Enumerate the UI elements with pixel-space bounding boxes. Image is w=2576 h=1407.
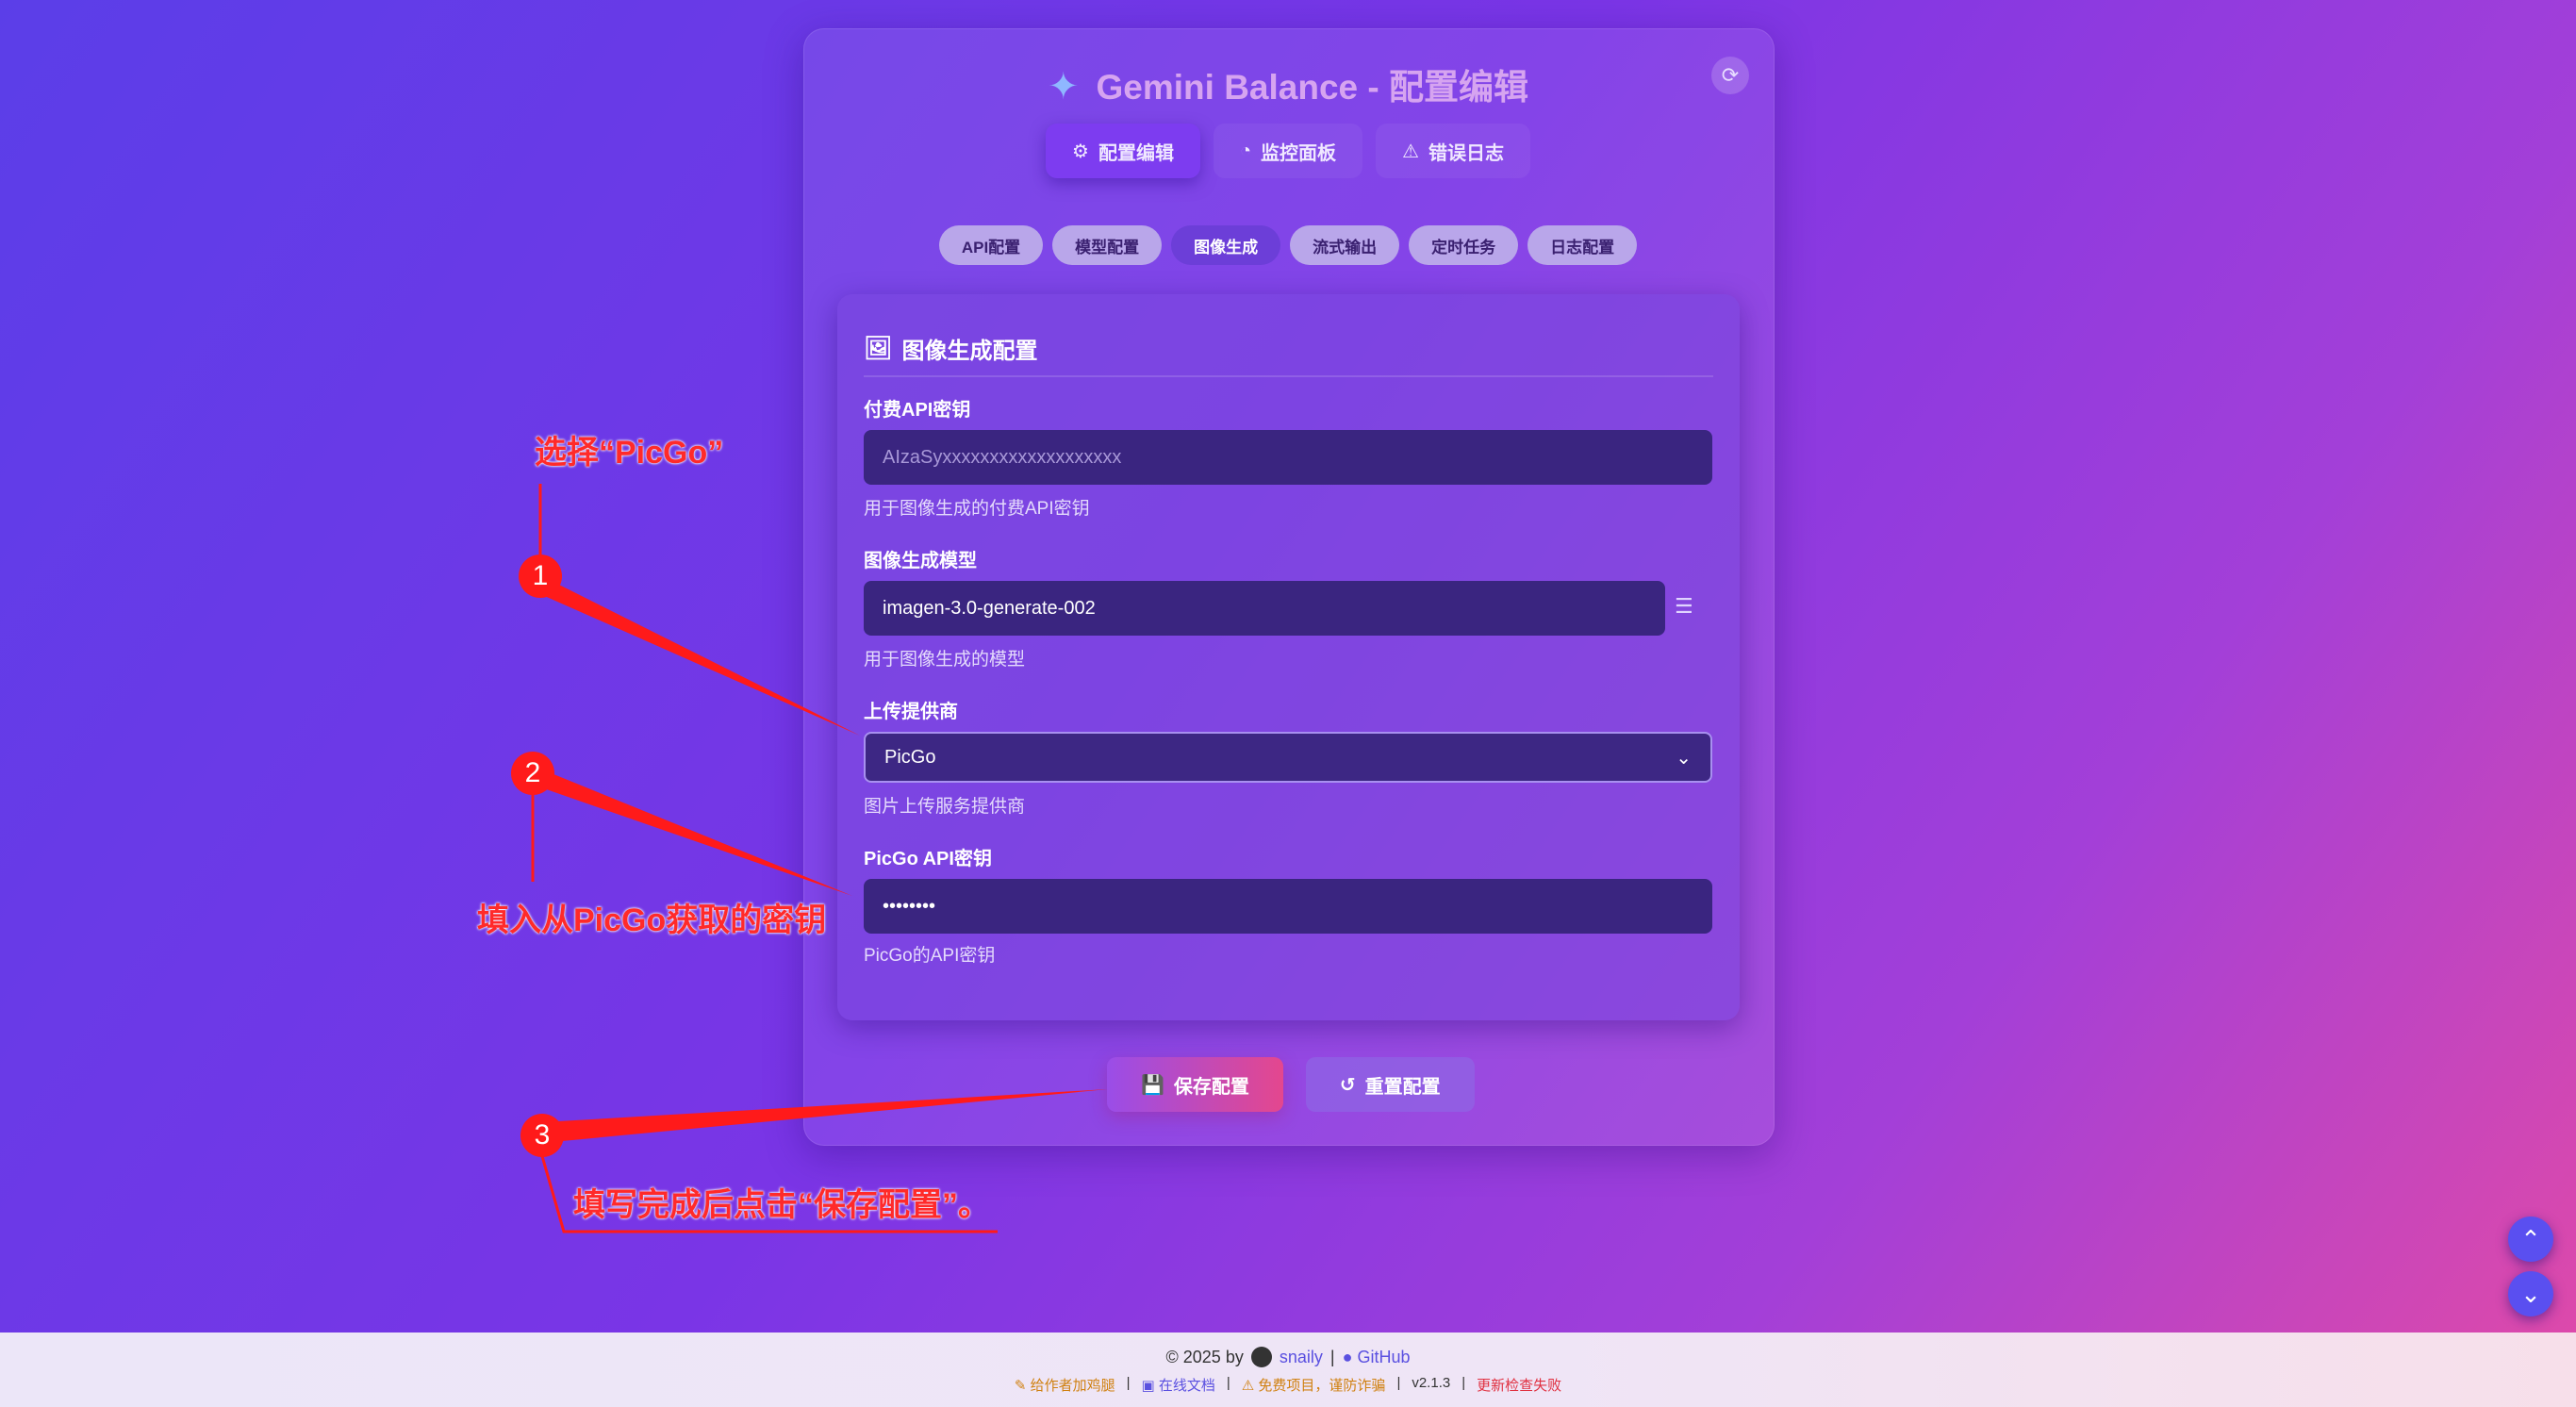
- annotation-text-3: 填写完成后点击“保存配置”。: [573, 1187, 990, 1223]
- annotation-arrow-2: [533, 766, 852, 896]
- annotation-arrow-1: [540, 575, 860, 736]
- annotation-badge-1: 1: [519, 555, 562, 598]
- annotation-text-2: 填入从PicGo获取的密钥: [477, 902, 827, 938]
- annotation-arrow-3: [542, 1089, 1108, 1143]
- annotation-text-1: 选择“PicGo”: [535, 435, 724, 471]
- annotation-arrows: [531, 484, 1108, 1233]
- annotation-badge-3: 3: [520, 1114, 564, 1157]
- annotation-badge-2: 2: [511, 752, 554, 795]
